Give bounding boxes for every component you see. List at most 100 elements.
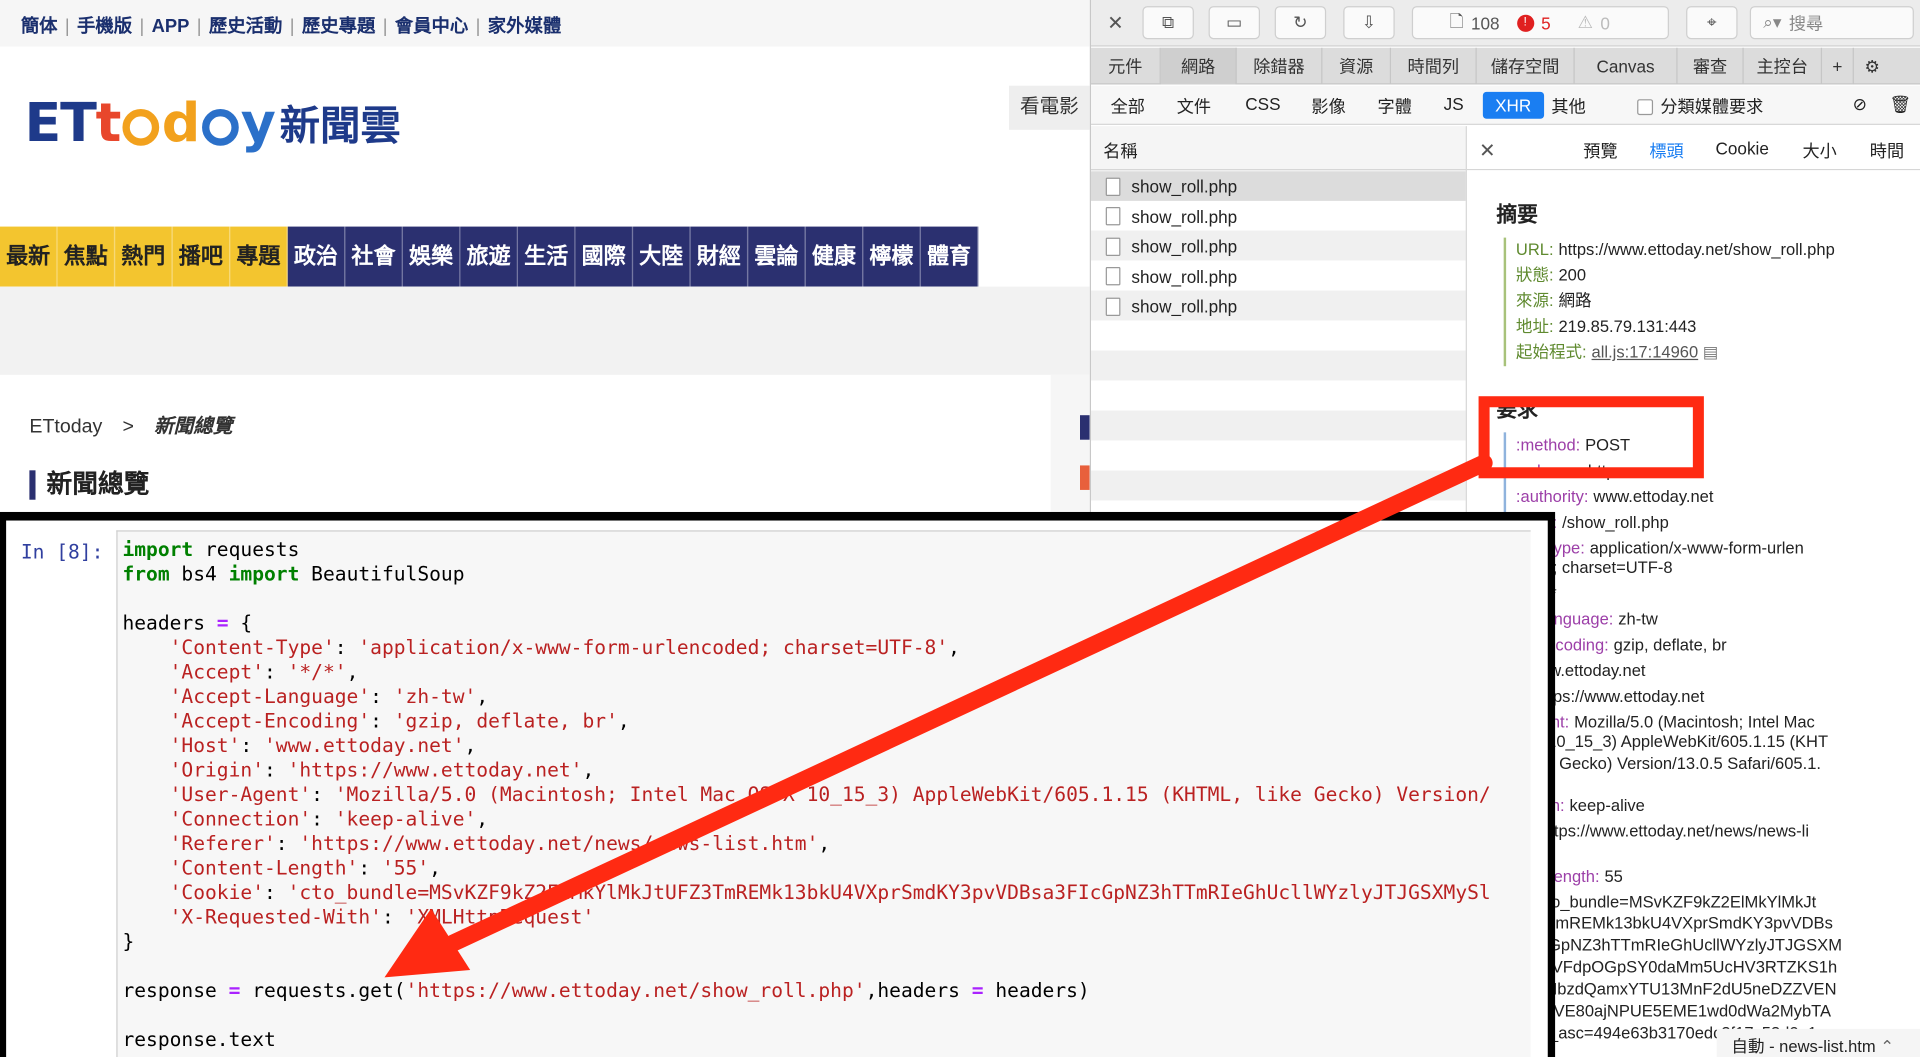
inspector-tab[interactable]: 審查 (1678, 47, 1744, 85)
detail-tab[interactable]: 大小 (1802, 138, 1836, 162)
right-column (1050, 374, 1090, 522)
filter-1[interactable]: 文件 (1177, 94, 1211, 118)
detach-window-icon[interactable]: ⧉ (1142, 6, 1194, 40)
nav-item-category[interactable]: 政治 (287, 226, 346, 287)
filter-4[interactable]: 字體 (1378, 94, 1412, 118)
code-content[interactable]: import requests from bs4 import Beautiful… (122, 538, 1490, 1052)
request-list-header[interactable]: 名稱 (1091, 126, 1467, 171)
inspector-tab[interactable]: 資源 (1322, 47, 1392, 85)
code-token: BeautifulSoup (299, 562, 465, 586)
inspector-tab[interactable]: 元件 (1091, 47, 1161, 85)
nav-item-category[interactable]: 雲論 (748, 226, 806, 287)
add-tab-icon[interactable]: + (1822, 47, 1854, 85)
nav-item-category[interactable]: 國際 (575, 226, 634, 287)
gear-icon[interactable]: ⚙ (1854, 48, 1891, 85)
nav-item-category[interactable]: 體育 (920, 226, 979, 287)
detail-tab[interactable]: 預覽 (1583, 138, 1617, 162)
execution-context-label: 自動 - news-list.htm (1731, 1037, 1876, 1056)
close-icon[interactable]: ✕ (1098, 6, 1132, 39)
target-icon[interactable]: ⌖ (1686, 6, 1738, 40)
code-editor[interactable]: import requests from bs4 import Beautiful… (116, 530, 1531, 1057)
nav-item-featured[interactable]: 最新 (0, 226, 58, 287)
nav-item-category[interactable]: 娛樂 (402, 226, 461, 287)
network-filter-bar: 全部 文件 CSS 影像 字體 JS XHR 其他 分類媒體要求 ⊘ 🗑 (1091, 85, 1920, 125)
filter-xhr[interactable]: XHR (1482, 91, 1544, 119)
header-key: :method: (1515, 436, 1581, 455)
breadcrumb-home[interactable]: ETtoday (29, 416, 102, 437)
download-icon[interactable]: ⇩ (1343, 6, 1395, 40)
header-value: all.js:17:14960 (1591, 342, 1699, 362)
request-row[interactable]: show_roll.php (1091, 261, 1466, 290)
nav-item-category[interactable]: 大陸 (633, 226, 691, 287)
clear-filter-icon[interactable]: ⊘ (1853, 94, 1867, 115)
file-icon (1105, 176, 1121, 196)
top-link[interactable]: 歷史活動 (209, 12, 282, 38)
inspector-tab[interactable]: 網路 (1160, 47, 1237, 85)
request-row[interactable]: show_roll.php (1091, 171, 1466, 201)
top-link[interactable]: 會員中心 (395, 12, 468, 38)
search-field[interactable]: ⌕▾ 搜尋 (1749, 6, 1914, 40)
nav-item-category[interactable]: 生活 (517, 226, 576, 287)
top-link-separator: | (196, 15, 202, 37)
nav-item-category[interactable]: 健康 (805, 226, 864, 287)
top-link[interactable]: 手機版 (77, 12, 132, 38)
header-row: 來源: 網路 (1516, 289, 1592, 313)
code-token: headers (122, 611, 217, 635)
breadcrumb-separator: > (122, 416, 134, 438)
header-row: :method: POST (1516, 434, 1630, 458)
filter-3[interactable]: 影像 (1311, 94, 1345, 118)
code-token: 'X-Requested-With' (169, 905, 382, 929)
inspector-tab[interactable]: 主控台 (1744, 47, 1823, 85)
nav-item-category[interactable]: 財經 (690, 226, 749, 287)
top-link[interactable]: 歷史專題 (302, 12, 375, 38)
inspector-tab[interactable]: 除錯器 (1237, 47, 1323, 85)
top-link[interactable]: 家外媒體 (488, 12, 561, 38)
ettoday-logo[interactable]: ET t d y 新聞雲 (24, 88, 400, 157)
group-media-checkbox[interactable]: 分類媒體要求 (1637, 94, 1763, 118)
top-link[interactable]: APP (152, 16, 190, 37)
dock-bottom-icon[interactable]: ▭ (1208, 6, 1261, 40)
code-token: 'https://www.ettoday.net/show_roll.php' (405, 978, 866, 1002)
code-token: requests.get( (240, 978, 406, 1002)
header-row: :scheme: https (1516, 459, 1624, 483)
filter-7[interactable]: 其他 (1551, 94, 1585, 118)
movie-link[interactable]: 看電影 (1008, 85, 1090, 130)
detail-tab[interactable]: 時間 (1870, 138, 1904, 162)
code-token: , (476, 684, 489, 708)
resource-status[interactable]: 🗋 108 ! 5 ⚠ 0 (1411, 6, 1669, 40)
nav-item-featured[interactable]: 焦點 (57, 226, 116, 287)
detail-tab[interactable]: 標頭 (1649, 138, 1683, 162)
side-marker (1080, 415, 1090, 440)
nav-item-category[interactable]: 社會 (345, 226, 403, 287)
filter-5[interactable]: JS (1444, 94, 1464, 114)
inspector-tab[interactable]: 儲存空間 (1477, 47, 1575, 85)
close-detail-icon[interactable]: ✕ (1479, 138, 1495, 162)
filter-0[interactable]: 全部 (1111, 94, 1145, 118)
trash-icon[interactable]: 🗑 (1889, 94, 1911, 115)
inspector-tab[interactable]: 時間列 (1391, 47, 1477, 85)
request-row[interactable]: show_roll.php (1091, 231, 1466, 260)
code-line: from bs4 import BeautifulSoup (122, 562, 1490, 586)
filter-2[interactable]: CSS (1245, 94, 1280, 114)
logo-cn: 新聞雲 (279, 102, 401, 149)
log-icon[interactable]: ▤ (1698, 343, 1719, 361)
nav-item-category[interactable]: 旅遊 (460, 226, 518, 287)
top-link[interactable]: 簡体 (21, 12, 58, 38)
detail-tab[interactable]: Cookie (1716, 138, 1769, 158)
nav-item-featured[interactable]: 播吧 (172, 226, 231, 287)
reload-icon[interactable]: ↻ (1274, 6, 1327, 40)
header-row: er:https://www.ettoday.net/news/news-li (1516, 819, 1809, 843)
nav-item-category[interactable]: 檸檬 (863, 226, 921, 287)
execution-context-selector[interactable]: 自動 - news-list.htm ⌃ (1716, 1028, 1920, 1057)
code-token: : (370, 709, 394, 733)
nav-item-featured[interactable]: 專題 (230, 226, 288, 287)
request-row[interactable]: show_roll.php (1091, 292, 1466, 321)
nav-item-featured[interactable]: 熱門 (115, 226, 173, 287)
inspector-tab[interactable]: Canvas (1575, 47, 1678, 85)
request-row[interactable]: show_roll.php (1091, 201, 1466, 230)
checkbox-icon[interactable] (1637, 99, 1654, 116)
top-link-separator: | (475, 15, 481, 37)
